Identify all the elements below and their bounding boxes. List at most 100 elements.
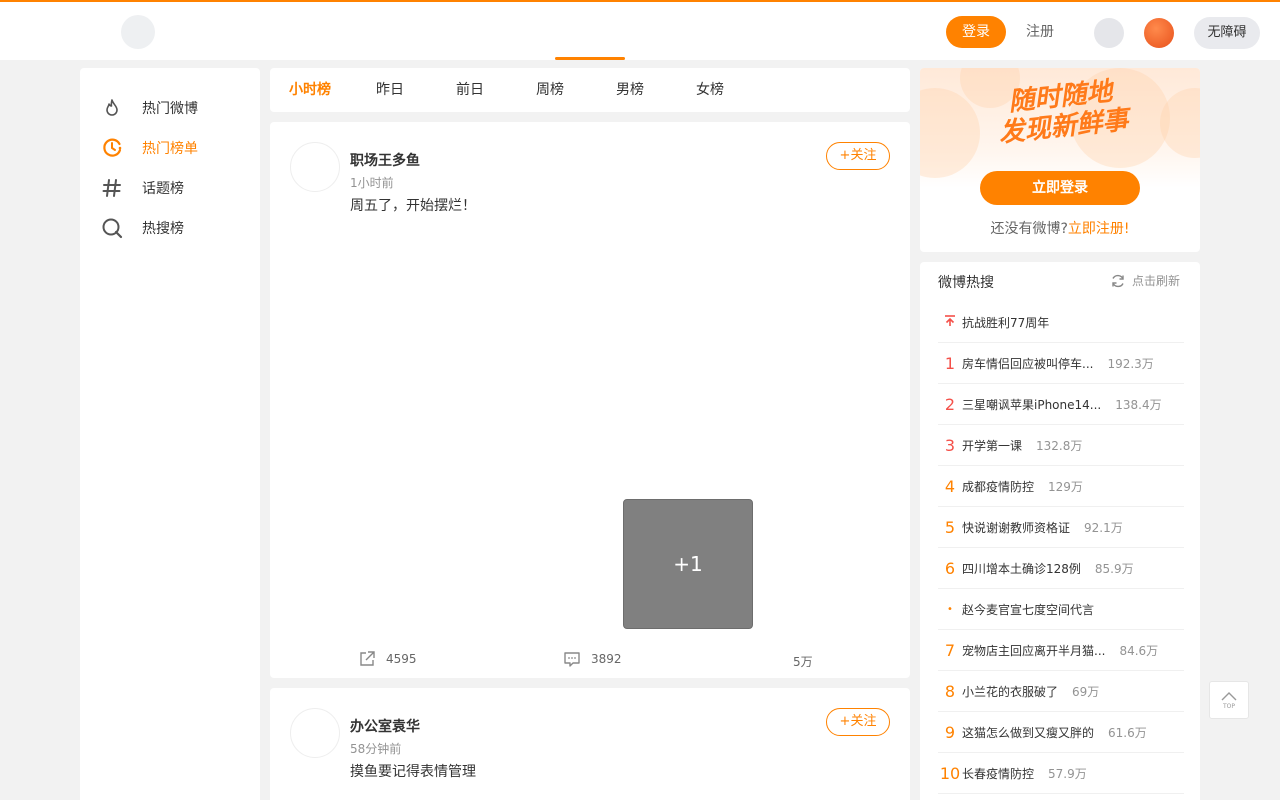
- image-more-count: +1: [673, 552, 703, 576]
- hot-count: 84.6万: [1119, 643, 1159, 658]
- hot-search-item[interactable]: 3 开学第一课 132.8万: [938, 425, 1184, 466]
- hot-rank: 3: [944, 435, 956, 455]
- hot-search-item[interactable]: 2 三星嘲讽苹果iPhone14... 138.4万: [938, 384, 1184, 425]
- post-author[interactable]: 办公室袁华: [350, 716, 420, 736]
- hot-search-panel: 微博热搜 点击刷新 抗战胜利77周年 1 房车情侣回应被叫停车... 192.3万 2 三…: [920, 262, 1200, 800]
- hot-search-item[interactable]: 9 这猫怎么做到又瘦又胖的 61.6万: [938, 712, 1184, 753]
- avatar[interactable]: [290, 708, 340, 758]
- hot-count: 138.4万: [1115, 397, 1162, 412]
- repost-count: 4595: [386, 652, 417, 666]
- hot-rank: 2: [944, 394, 956, 414]
- login-button[interactable]: 登录: [946, 16, 1006, 48]
- hot-search-item[interactable]: 10 长春疫情防控 57.9万: [938, 753, 1184, 794]
- tab-yesterday[interactable]: 昨日: [376, 68, 404, 112]
- hot-count: 69万: [1072, 684, 1100, 699]
- comment-button[interactable]: 3892: [563, 650, 622, 668]
- refresh-button[interactable]: 点击刷新: [1110, 272, 1180, 289]
- hot-search-item[interactable]: 7 宠物店主回应离开半月猫... 84.6万: [938, 630, 1184, 671]
- app-download-icon[interactable]: [1144, 18, 1174, 48]
- sidebar-item-label: 话题榜: [142, 181, 184, 197]
- hot-count: 85.9万: [1094, 561, 1134, 576]
- promo-banner: 随时随地 发现新鲜事: [920, 68, 1200, 188]
- like-button[interactable]: 5万: [793, 653, 813, 670]
- hot-rank: 1: [944, 353, 956, 373]
- hot-rank: 7: [944, 640, 956, 660]
- hot-rank: 4: [944, 476, 956, 496]
- tab-hourly[interactable]: 小时榜: [289, 68, 331, 112]
- clock-icon: [100, 136, 124, 160]
- sidebar-item-label: 热门榜单: [142, 141, 198, 157]
- hot-title: 三星嘲讽苹果iPhone14...: [962, 397, 1102, 412]
- avatar-placeholder[interactable]: [1094, 18, 1124, 48]
- hot-title: 赵今麦官宣七度空间代言: [962, 602, 1095, 617]
- refresh-label: 点击刷新: [1132, 274, 1181, 288]
- hot-title: 长春疫情防控: [962, 766, 1035, 781]
- hot-title: 四川增本土确诊128例: [962, 561, 1081, 576]
- sidebar-item-topics[interactable]: 话题榜: [80, 168, 260, 208]
- repost-button[interactable]: 4595: [358, 650, 417, 668]
- flame-icon: [100, 96, 124, 120]
- hot-search-item[interactable]: 4 成都疫情防控 129万: [938, 466, 1184, 507]
- post-card: 职场王多鱼 1小时前 周五了，开始摆烂！ +关注 +1 4595 3892 5万: [270, 122, 910, 678]
- hot-count: 61.6万: [1108, 725, 1147, 740]
- hot-title: 这猫怎么做到又瘦又胖的: [962, 725, 1095, 740]
- register-button[interactable]: 注册: [1020, 16, 1060, 48]
- post-content: 周五了，开始摆烂！: [350, 198, 476, 214]
- follow-button[interactable]: +关注: [826, 708, 890, 736]
- hot-title: 房车情侣回应被叫停车...: [962, 356, 1094, 371]
- top-navbar: 登录 注册 无障碍: [0, 0, 1280, 60]
- no-account-text: 还没有微博?立即注册!: [920, 218, 1200, 238]
- login-now-button[interactable]: 立即登录: [980, 171, 1140, 205]
- tab-day-before[interactable]: 前日: [456, 68, 484, 112]
- hot-search-item[interactable]: 6 四川增本土确诊128例 85.9万: [938, 548, 1184, 589]
- hot-search-item[interactable]: • 赵今麦官宣七度空间代言: [938, 589, 1184, 630]
- hot-search-item[interactable]: 抗战胜利77周年: [938, 302, 1184, 343]
- sidebar-item-hot-weibo[interactable]: 热门微博: [80, 88, 260, 128]
- post-content: 摸鱼要记得表情管理: [350, 764, 476, 780]
- hot-search-item[interactable]: 8 小兰花的衣服破了 69万: [938, 671, 1184, 712]
- hot-title: 快说谢谢教师资格证: [962, 520, 1071, 535]
- post-author[interactable]: 职场王多鱼: [350, 150, 420, 170]
- ranking-tabs: 小时榜 昨日 前日 周榜 男榜 女榜: [270, 68, 910, 112]
- hot-title: 开学第一课: [962, 438, 1023, 453]
- chevron-up-icon: [1221, 692, 1237, 701]
- avatar[interactable]: [290, 142, 340, 192]
- hot-title: 小兰花的衣服破了: [962, 684, 1059, 699]
- hot-rank: 6: [944, 558, 956, 578]
- back-to-top-label: TOP: [1222, 703, 1235, 710]
- hot-count: 129万: [1048, 479, 1083, 494]
- sidebar-item-hot-list[interactable]: 热门榜单: [80, 128, 260, 168]
- tab-weekly[interactable]: 周榜: [536, 68, 564, 112]
- post-card: 办公室袁华 58分钟前 摸鱼要记得表情管理 +关注: [270, 688, 910, 800]
- hot-title: 成都疫情防控: [962, 479, 1035, 494]
- no-account-label: 还没有微博?: [990, 221, 1068, 237]
- hot-rank: •: [947, 603, 953, 615]
- back-to-top-button[interactable]: TOP: [1209, 681, 1249, 719]
- accessibility-button[interactable]: 无障碍: [1194, 17, 1260, 49]
- sidebar-item-label: 热门微博: [142, 101, 198, 117]
- search-icon: [100, 216, 124, 240]
- sidebar-item-hot-search[interactable]: 热搜榜: [80, 208, 260, 248]
- tab-female[interactable]: 女榜: [696, 68, 724, 112]
- logo[interactable]: [121, 15, 155, 49]
- tab-male[interactable]: 男榜: [616, 68, 644, 112]
- left-sidebar: 热门微博 热门榜单 话题榜 热搜榜: [80, 68, 260, 800]
- post-time[interactable]: 1小时前: [350, 174, 394, 191]
- hot-rank: 8: [944, 681, 956, 701]
- hot-count: 192.3万: [1107, 356, 1154, 371]
- hot-search-item[interactable]: 5 快说谢谢教师资格证 92.1万: [938, 507, 1184, 548]
- hot-count: 92.1万: [1084, 520, 1123, 535]
- register-now-link[interactable]: 立即注册!: [1068, 221, 1130, 237]
- hot-title: 宠物店主回应离开半月猫...: [962, 643, 1106, 658]
- hot-rank: 9: [944, 722, 956, 742]
- like-count: 5万: [793, 655, 813, 669]
- post-time[interactable]: 58分钟前: [350, 740, 401, 757]
- hot-search-list: 抗战胜利77周年 1 房车情侣回应被叫停车... 192.3万 2 三星嘲讽苹果iPhon…: [938, 302, 1184, 794]
- hot-rank: 10: [939, 763, 961, 783]
- hot-count: 57.9万: [1048, 766, 1087, 781]
- hot-count: 132.8万: [1036, 438, 1083, 453]
- post-image[interactable]: +1: [623, 499, 753, 629]
- login-promo-card: 随时随地 发现新鲜事 立即登录 还没有微博?立即注册!: [920, 68, 1200, 252]
- follow-button[interactable]: +关注: [826, 142, 890, 170]
- hot-search-item[interactable]: 1 房车情侣回应被叫停车... 192.3万: [938, 343, 1184, 384]
